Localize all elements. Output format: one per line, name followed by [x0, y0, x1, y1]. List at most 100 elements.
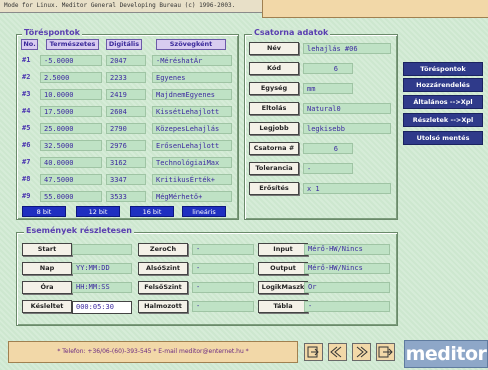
row-number: #5 [22, 124, 31, 132]
natural-value-field[interactable]: 40.0000 [40, 157, 102, 168]
bit-16-button[interactable]: 16 bit [130, 206, 174, 217]
natural-value-field[interactable]: 10.0000 [40, 89, 102, 100]
event-col3-3-value[interactable]: - [304, 301, 390, 312]
bit-12-button[interactable]: 12 bit [76, 206, 120, 217]
event-col3-2-button[interactable]: LogikMaszk [258, 281, 308, 294]
digital-value-field[interactable]: 2976 [106, 140, 146, 151]
channel-4-button[interactable]: Legjobb [249, 122, 299, 135]
text-value-field[interactable]: KözepesLehajlás [152, 123, 232, 134]
event-col1-0-button[interactable]: Start [22, 243, 72, 256]
bit-8-button[interactable]: 8 bit [22, 206, 66, 217]
text-value-field[interactable]: ErősenLehajlott [152, 140, 232, 151]
meditor-logo: meditor [404, 340, 488, 368]
event-col1-2-value[interactable]: HH:MM:SS [72, 282, 132, 293]
channel-6-value[interactable]: - [303, 163, 353, 174]
text-value-field[interactable]: MégMérhető+ [152, 191, 232, 202]
channel-6-button[interactable]: Tolerancia [249, 162, 299, 175]
channel-5-value[interactable]: 6 [303, 143, 353, 154]
footer-contact: * Telefon: +36/06-(60)-393-545 * E-mail … [8, 341, 298, 363]
digital-value-field[interactable]: 2604 [106, 106, 146, 117]
channel-4-value[interactable]: legkisebb [303, 123, 391, 134]
row-number: #3 [22, 90, 31, 98]
event-col2-3-value[interactable]: - [192, 301, 254, 312]
event-col2-3-button[interactable]: Halmozott [138, 300, 188, 313]
side-menu-assignment[interactable]: Hozzárendelés [403, 78, 483, 92]
channel-5-button[interactable]: Csatorna # [249, 142, 299, 155]
natural-value-field[interactable]: -5.0000 [40, 55, 102, 66]
digital-value-field[interactable]: 2419 [106, 89, 146, 100]
row-number: #2 [22, 73, 31, 81]
side-menu-general-xpl[interactable]: Általános -->Xpl [403, 95, 483, 109]
event-col3-0-value[interactable]: Mérő-HW/Nincs [304, 244, 390, 255]
column-header-digital[interactable]: Digitális [106, 39, 142, 50]
event-col3-1-value[interactable]: Mérő-HW/Nincs [304, 263, 390, 274]
footer-text: * Telefon: +36/06-(60)-393-545 * E-mail … [57, 348, 249, 355]
exit-icon[interactable] [376, 343, 395, 361]
channel-7-button[interactable]: Erősítés [249, 182, 299, 195]
event-col3-0-button[interactable]: Input [258, 243, 308, 256]
event-col2-1-value[interactable]: - [192, 263, 254, 274]
events-panel-title: Események részletesen [24, 226, 134, 235]
text-value-field[interactable]: KissétLehajlott [152, 106, 232, 117]
natural-value-field[interactable]: 2.5000 [40, 72, 102, 83]
event-col2-0-button[interactable]: ZeroCh [138, 243, 188, 256]
column-header-natural[interactable]: Természetes [46, 39, 99, 50]
channel-7-value[interactable]: x 1 [303, 183, 391, 194]
natural-value-field[interactable]: 17.5000 [40, 106, 102, 117]
event-col3-2-value[interactable]: Or [304, 282, 390, 293]
side-menu-breakpoints[interactable]: Töréspontok [403, 62, 483, 76]
channel-panel-title: Csatorna adatok [252, 28, 331, 37]
column-header-text[interactable]: Szövegként [156, 39, 226, 50]
digital-value-field[interactable]: 3162 [106, 157, 146, 168]
event-col2-1-button[interactable]: AlsóSzint [138, 262, 188, 275]
digital-value-field[interactable]: 3533 [106, 191, 146, 202]
row-number: #9 [22, 192, 31, 200]
trigger-panel-title: Töréspontok [22, 28, 82, 37]
digital-value-field[interactable]: 2047 [106, 55, 146, 66]
window-title: Mode for Linux. Meditor General Developi… [0, 0, 266, 13]
event-col1-2-button[interactable]: Óra [22, 281, 72, 294]
row-number: #1 [22, 56, 31, 64]
row-number: #7 [22, 158, 31, 166]
linear-button[interactable]: lineáris [182, 206, 226, 217]
undo-icon[interactable] [328, 343, 347, 361]
event-col2-2-button[interactable]: FelsőSzint [138, 281, 188, 294]
event-col1-3-value[interactable]: 000:05:30 [72, 301, 132, 314]
column-header-no[interactable]: No. [21, 39, 38, 50]
import-icon[interactable] [304, 343, 323, 361]
row-number: #6 [22, 141, 31, 149]
text-value-field[interactable]: Egyenes [152, 72, 232, 83]
event-col1-1-value[interactable]: YY:MM:DD [72, 263, 132, 274]
event-col3-1-button[interactable]: Output [258, 262, 308, 275]
natural-value-field[interactable]: 47.5000 [40, 174, 102, 185]
redo-icon[interactable] [352, 343, 371, 361]
text-value-field[interactable]: TechnológiaiMax [152, 157, 232, 168]
natural-value-field[interactable]: 32.5000 [40, 140, 102, 151]
top-strip [262, 0, 488, 18]
text-value-field[interactable]: MajdnemEgyenes [152, 89, 232, 100]
row-number: #4 [22, 107, 31, 115]
event-col1-0-value[interactable] [72, 244, 132, 255]
text-value-field[interactable]: -MéréshatÁr [152, 55, 232, 66]
event-col2-2-value[interactable]: - [192, 282, 254, 293]
digital-value-field[interactable]: 2233 [106, 72, 146, 83]
channel-2-value[interactable]: mm [303, 83, 353, 94]
side-menu-last-save[interactable]: Utolsó mentés [403, 131, 483, 145]
channel-3-button[interactable]: Eltolás [249, 102, 299, 115]
channel-1-button[interactable]: Kód [249, 62, 299, 75]
digital-value-field[interactable]: 2790 [106, 123, 146, 134]
event-col3-3-button[interactable]: Tábla [258, 300, 308, 313]
natural-value-field[interactable]: 55.0000 [40, 191, 102, 202]
channel-1-value[interactable]: 6 [303, 63, 353, 74]
channel-3-value[interactable]: Natural0 [303, 103, 391, 114]
text-value-field[interactable]: KritikusÉrték+ [152, 174, 232, 185]
event-col1-1-button[interactable]: Nap [22, 262, 72, 275]
channel-2-button[interactable]: Egység [249, 82, 299, 95]
digital-value-field[interactable]: 3347 [106, 174, 146, 185]
channel-0-button[interactable]: Név [249, 42, 299, 55]
side-menu-details-xpl[interactable]: Részletek -->Xpl [403, 113, 483, 127]
event-col2-0-value[interactable]: - [192, 244, 254, 255]
channel-0-value[interactable]: lehajlás #06 [303, 43, 391, 54]
natural-value-field[interactable]: 25.0000 [40, 123, 102, 134]
event-col1-3-button[interactable]: Késleltet [22, 300, 72, 313]
